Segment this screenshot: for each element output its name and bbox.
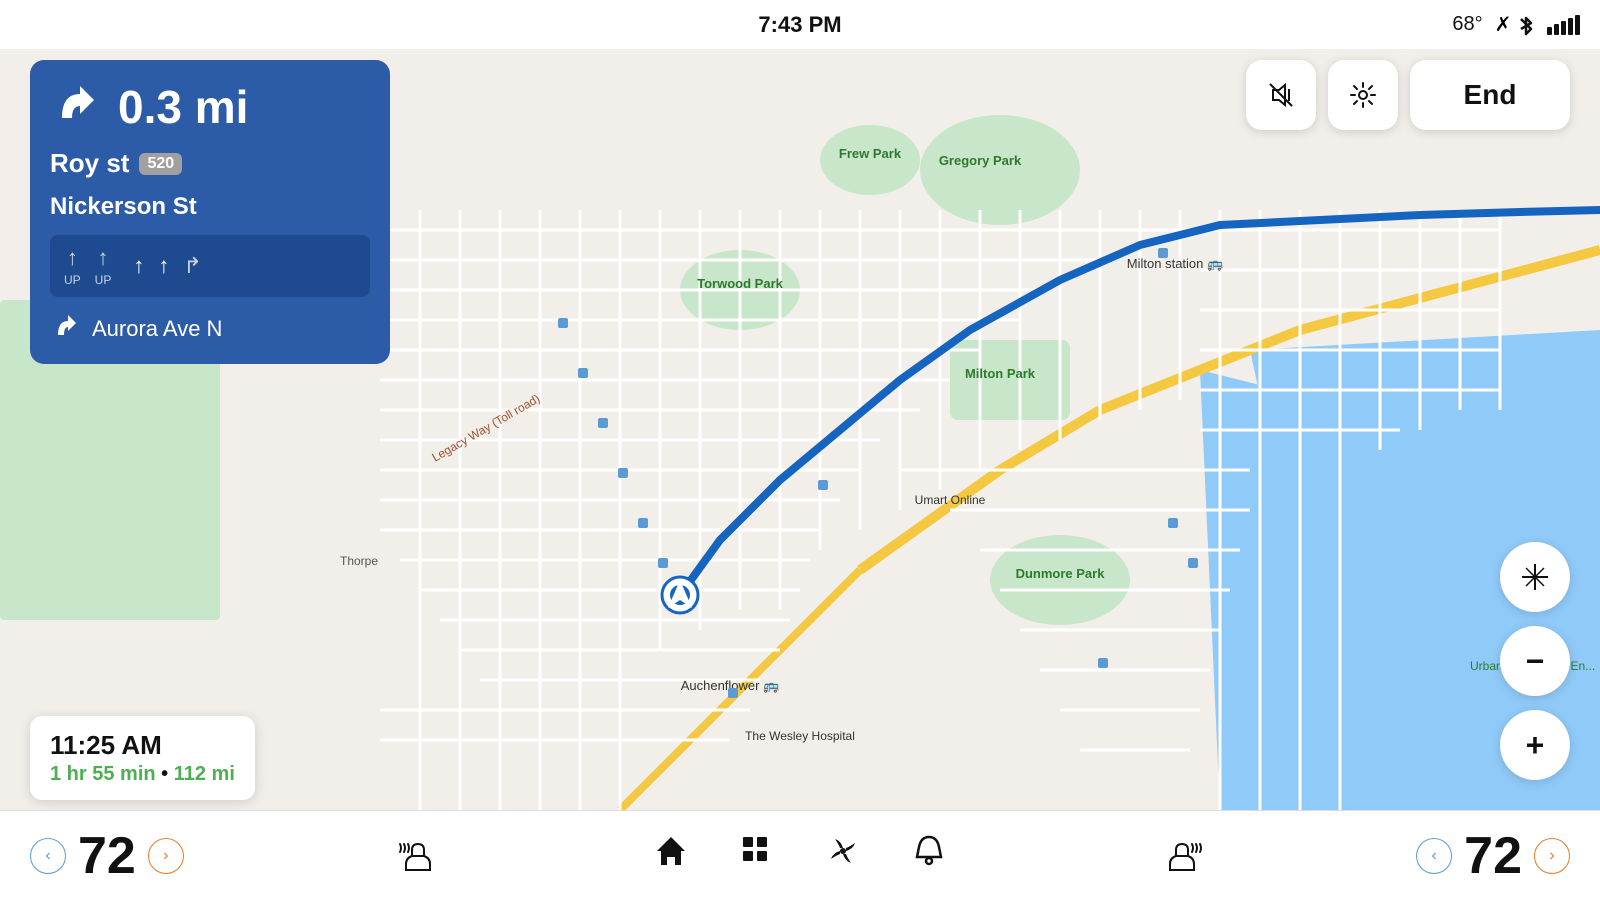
eta-distance: 112 mi — [174, 763, 235, 785]
eta-duration: 1 hr 55 min — [50, 763, 156, 785]
status-bar: 7:43 PM 68° ✗ — [0, 0, 1600, 50]
left-temperature-value: 72 — [78, 826, 136, 886]
lane-arrow-3: ↑ — [133, 253, 144, 279]
recenter-map-button[interactable] — [1500, 542, 1570, 612]
nav-next-street: Aurora Ave N — [92, 316, 222, 342]
bluetooth-icon: ✗ — [1495, 12, 1535, 37]
bottom-bar: ‹ 72 › — [0, 810, 1600, 900]
status-temperature: 68° — [1452, 13, 1482, 36]
left-heat-seat-icon — [396, 834, 440, 878]
torwood-park-label: Torwood Park — [697, 276, 783, 291]
nav-route-badge: 520 — [139, 153, 182, 175]
home-button[interactable] — [653, 833, 689, 878]
right-temp-increment-button[interactable]: › — [1534, 838, 1570, 874]
volume-button[interactable] — [1246, 60, 1316, 130]
left-temp-increment-button[interactable]: › — [148, 838, 184, 874]
thorpe-label: Thorpe — [340, 554, 378, 568]
turn-arrow-icon — [50, 76, 104, 138]
top-controls: End — [1246, 60, 1570, 130]
nav-lanes: ↑ UP ↑ UP ↑ ↑ ↱ — [50, 235, 370, 297]
lane-arrow-1: ↑ — [67, 245, 78, 271]
status-time: 7:43 PM — [758, 12, 841, 38]
navigation-card: 0.3 mi Roy st 520 Nickerson St ↑ UP ↑ UP… — [30, 60, 390, 364]
gregory-park-label: Gregory Park — [939, 153, 1022, 168]
lane-label-2: UP — [95, 273, 112, 287]
bottom-center-icons — [653, 833, 947, 878]
nav-distance: 0.3 mi — [118, 80, 248, 134]
wesley-hospital-label: The Wesley Hospital — [745, 729, 855, 743]
lane-arrow-2: ↑ — [98, 245, 109, 271]
left-heat-seat-section — [396, 834, 440, 878]
end-navigation-button[interactable]: End — [1410, 60, 1570, 130]
frew-park-label: Frew Park — [839, 146, 902, 161]
lane-arrow-4: ↑ — [158, 253, 169, 279]
right-map-controls: − + — [1500, 542, 1570, 780]
lane-label-1: UP — [64, 273, 81, 287]
settings-button[interactable] — [1328, 60, 1398, 130]
milton-station-label: Milton station 🚌 — [1127, 256, 1223, 271]
right-heat-seat-section — [1160, 834, 1204, 878]
left-temp-section: ‹ 72 › — [30, 826, 184, 886]
umart-label: Umart Online — [915, 493, 986, 507]
dunmore-park-label: Dunmore Park — [1016, 566, 1106, 581]
eta-arrival-time: 11:25 AM — [50, 730, 235, 761]
right-temp-decrement-button[interactable]: ‹ — [1416, 838, 1452, 874]
nav-street-name: Roy st — [50, 148, 129, 179]
grid-button[interactable] — [739, 833, 775, 878]
right-temp-section: ‹ 72 › — [1416, 826, 1570, 886]
right-heat-seat-icon — [1160, 834, 1204, 878]
fan-button[interactable] — [825, 833, 861, 878]
next-turn-arrow-icon — [50, 309, 82, 348]
lane-arrow-5: ↱ — [183, 253, 201, 279]
nav-street2: Nickerson St — [50, 193, 370, 221]
right-temperature-value: 72 — [1464, 826, 1522, 886]
eta-details: 1 hr 55 min • 112 mi — [50, 763, 235, 786]
milton-park-label: Milton Park — [965, 366, 1036, 381]
zoom-in-button[interactable]: + — [1500, 710, 1570, 780]
left-temp-decrement-button[interactable]: ‹ — [30, 838, 66, 874]
notification-button[interactable] — [911, 833, 947, 878]
signal-icon — [1547, 15, 1580, 35]
zoom-out-button[interactable]: − — [1500, 626, 1570, 696]
eta-card: 11:25 AM 1 hr 55 min • 112 mi — [30, 716, 255, 800]
